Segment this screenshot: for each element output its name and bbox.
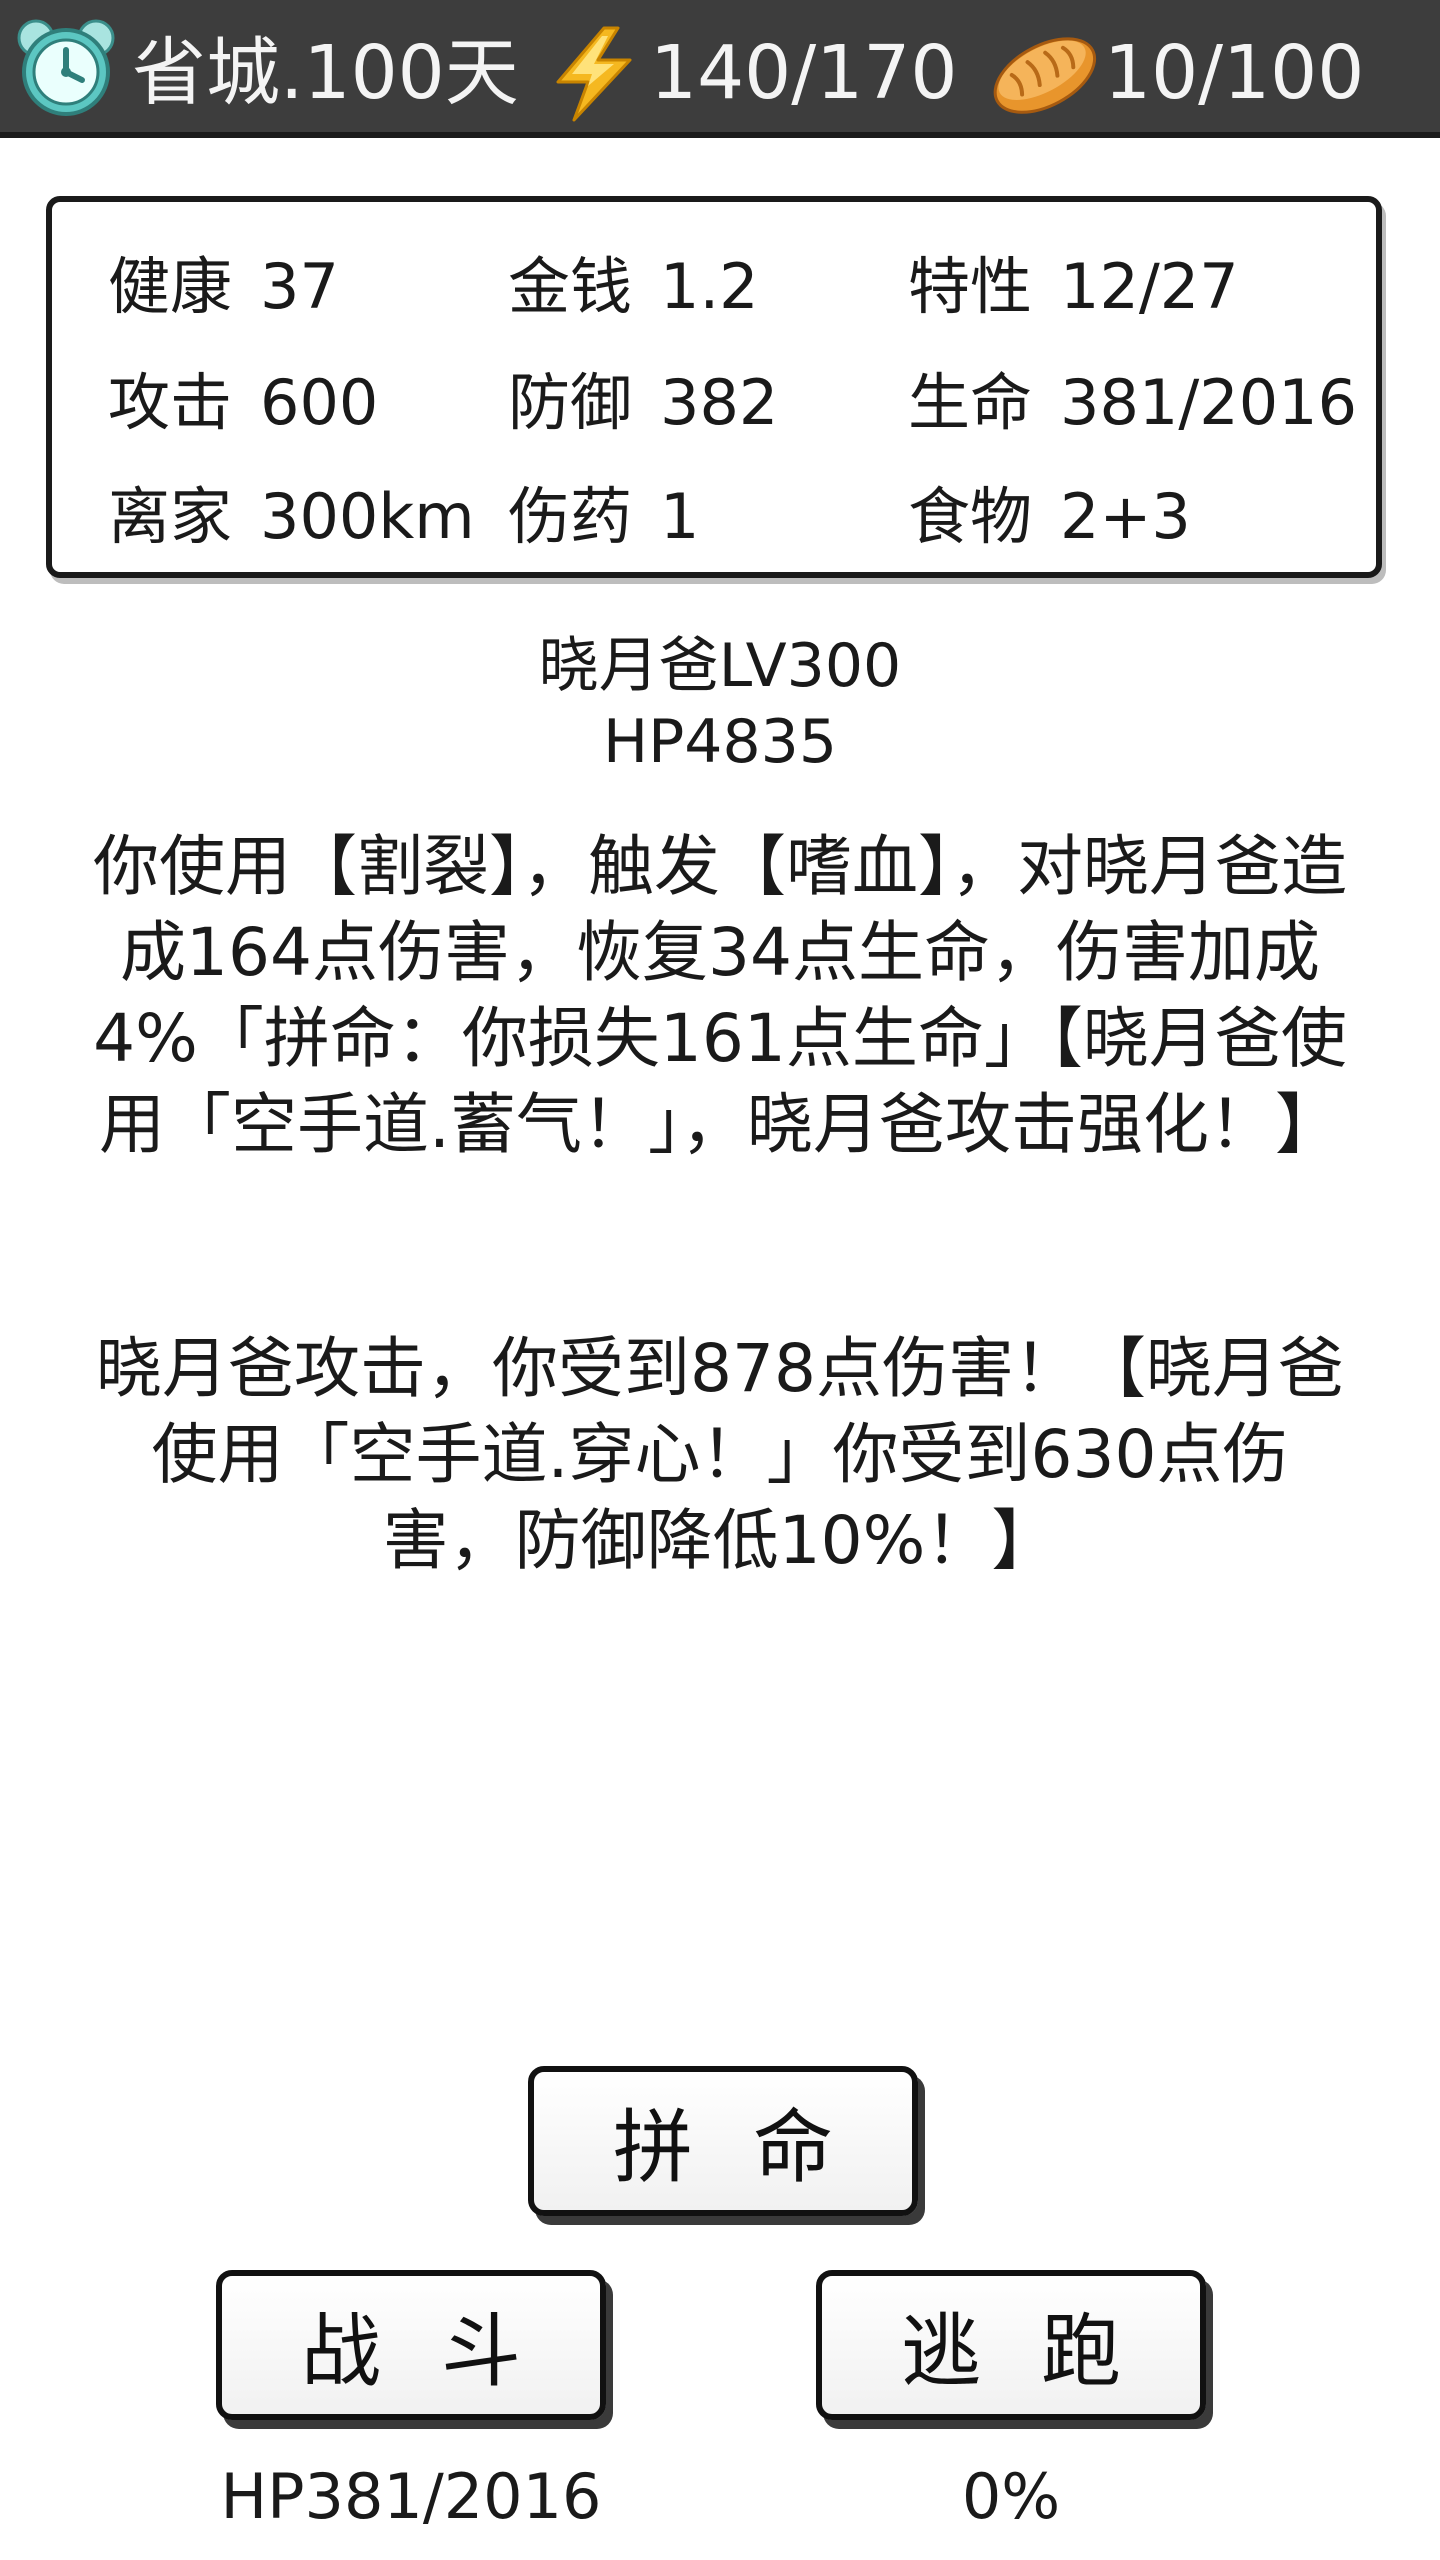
game-screen: 省城.100天 140/170 10/100 健康 37 金钱 1.2 特性 1… <box>0 0 1440 2560</box>
stat-money: 金钱 1.2 <box>508 256 759 318</box>
stat-defense: 防御 382 <box>508 372 778 434</box>
flee-chance-readout: 0% <box>961 2460 1061 2533</box>
stat-label: 食物 <box>908 480 1033 553</box>
battle-log-entry: 你使用【割裂】，触发【嗜血】，对晓月爸造成164点伤害，恢复34点生命，伤害加成… <box>93 828 1347 1163</box>
stat-value: 1 <box>660 480 700 553</box>
stat-traits: 特性 12/27 <box>908 256 1239 318</box>
stat-label: 金钱 <box>508 250 633 323</box>
food-text: 10/100 <box>1104 30 1365 116</box>
stat-label: 防御 <box>508 366 633 439</box>
stat-attack: 攻击 600 <box>108 372 378 434</box>
stat-label: 攻击 <box>108 366 233 439</box>
stat-value: 37 <box>260 250 339 323</box>
stat-label: 离家 <box>108 480 233 553</box>
lightning-bolt-icon <box>556 26 632 122</box>
status-bar: 省城.100天 140/170 10/100 <box>0 0 1440 138</box>
stat-value: 12/27 <box>1060 250 1239 323</box>
stat-health: 健康 37 <box>108 256 339 318</box>
stat-life: 生命 381/2016 <box>908 372 1357 434</box>
stat-value: 1.2 <box>660 250 759 323</box>
stats-panel: 健康 37 金钱 1.2 特性 12/27 攻击 600 防御 382 生命 381/201… <box>46 196 1382 578</box>
stat-value: 300km <box>260 480 475 553</box>
stat-label: 生命 <box>908 366 1033 439</box>
stat-medicine: 伤药 1 <box>508 486 699 548</box>
enemy-hp: HP4835 <box>603 707 837 777</box>
desperate-button[interactable]: 拼命 <box>528 2066 918 2216</box>
stat-label: 健康 <box>108 250 233 323</box>
fight-button[interactable]: 战斗 <box>216 2270 606 2420</box>
energy-text: 140/170 <box>650 30 958 116</box>
flee-button[interactable]: 逃跑 <box>816 2270 1206 2420</box>
stat-value: 600 <box>260 366 379 439</box>
bread-icon <box>993 37 1097 114</box>
stat-distance: 离家 300km <box>108 486 475 548</box>
location-day-text: 省城.100天 <box>132 30 519 116</box>
stat-value: 381/2016 <box>1060 366 1358 439</box>
stat-label: 伤药 <box>508 480 633 553</box>
stat-food-items: 食物 2+3 <box>908 486 1191 548</box>
stat-value: 2+3 <box>1060 480 1191 553</box>
stat-value: 382 <box>660 366 779 439</box>
enemy-name-level: 晓月爸LV300 <box>538 631 902 701</box>
player-hp-readout: HP381/2016 <box>220 2460 602 2533</box>
battle-log-entry: 晓月爸攻击，你受到878点伤害！【晓月爸使用「空手道.穿心！」你受到630点伤害… <box>96 1330 1344 1579</box>
alarm-clock-icon <box>17 19 115 116</box>
stat-label: 特性 <box>908 250 1033 323</box>
